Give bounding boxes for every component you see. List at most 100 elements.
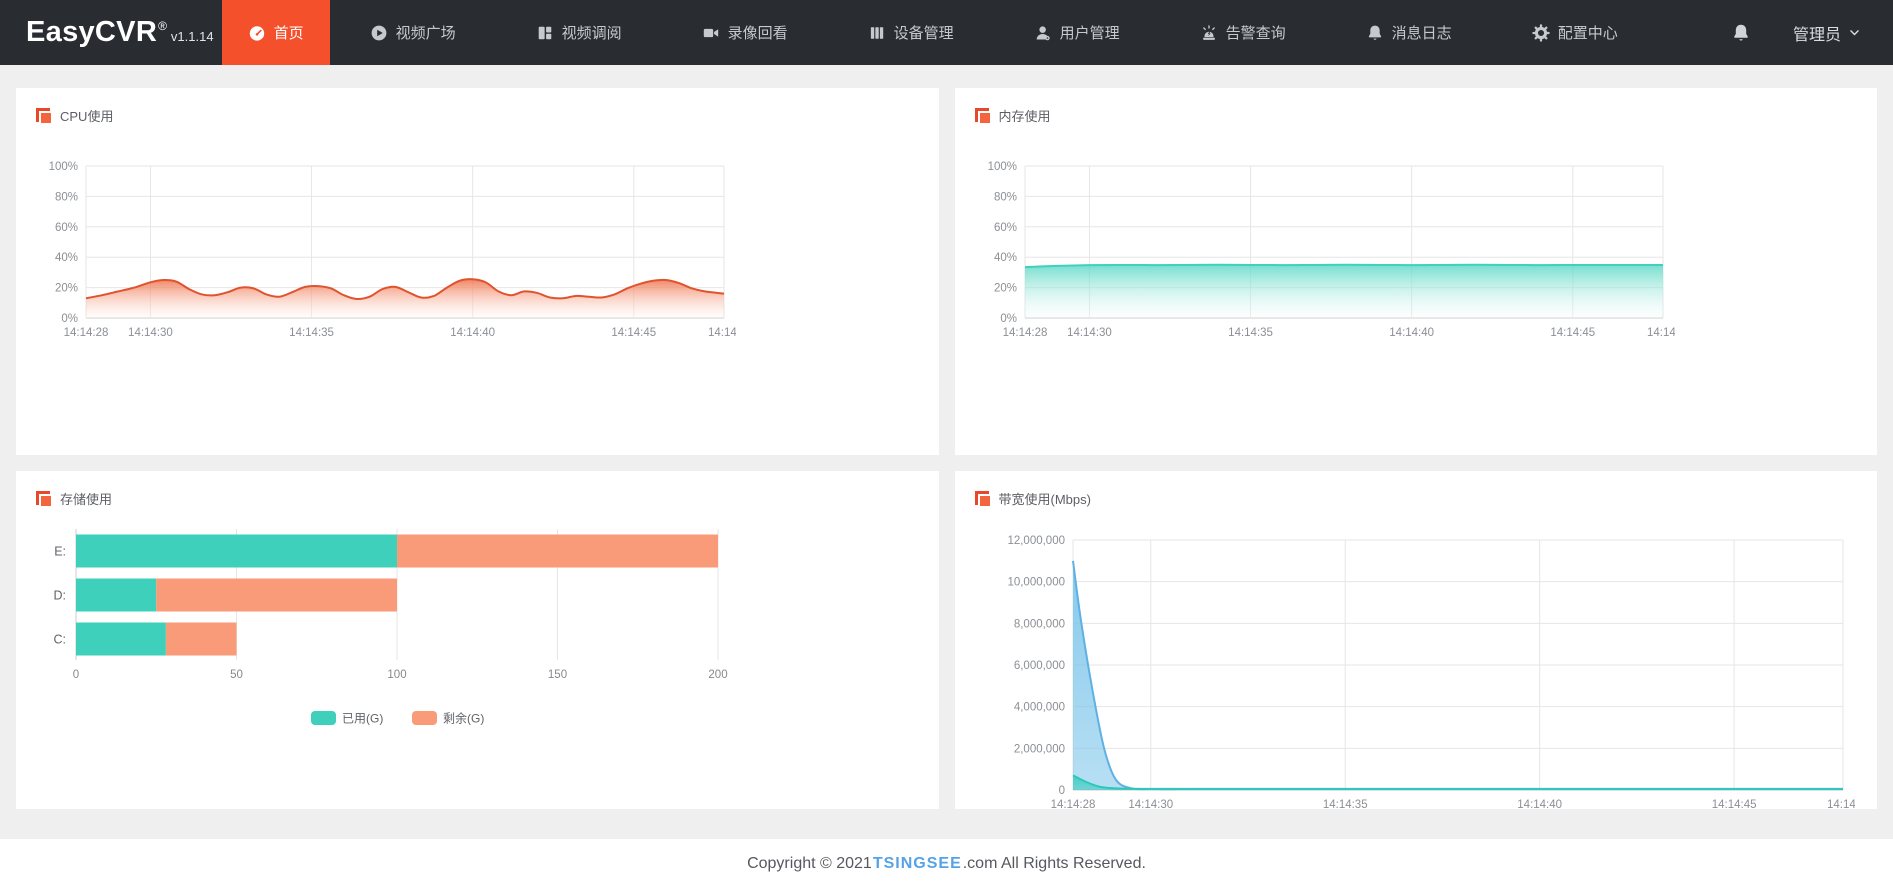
bar-C-已用(G) (76, 622, 166, 656)
panel-corner-icon (974, 107, 990, 123)
svg-text:14:14:45: 14:14:45 (1550, 327, 1595, 339)
legend-item-已用(G)[interactable]: 已用(G) (311, 711, 383, 726)
svg-text:20%: 20% (993, 283, 1016, 295)
svg-text:2,000,000: 2,000,000 (1013, 743, 1064, 755)
nav-item-label: 告警查询 (1225, 25, 1286, 42)
brand-link[interactable]: TSINGSEE (873, 855, 962, 873)
user-menu-label: 管理员 (1792, 26, 1841, 44)
panel-header: 带宽使用(Mbps) (974, 489, 1858, 507)
memory-usage-chart: 0% 20% 40% 60% 80% 100% 14:14:28 14:14:30 14:14:… (975, 154, 1858, 354)
bandwidth-download-line (1071, 560, 1843, 791)
nav-item-config[interactable]: 配置中心 (1506, 0, 1644, 65)
nav-item-devices[interactable]: 设备管理 (842, 0, 980, 65)
storage-usage-chart: 0 50 100 150 200 E: D: C: 已用(G) 剩余(G) (36, 521, 919, 733)
svg-text:14:14:35: 14:14:35 (289, 327, 334, 339)
copyright-footer: Copyright © 2021 TSINGSEE .com All Right… (0, 839, 1893, 888)
bandwidth-upload-line (1072, 774, 1843, 790)
svg-text:14:14:35: 14:14:35 (1228, 327, 1273, 339)
panel-header: 内存使用 (974, 106, 1858, 124)
chevron-down-icon (1848, 26, 1861, 39)
svg-text:14:14:40: 14:14:40 (450, 327, 495, 339)
svg-text:200: 200 (708, 669, 727, 681)
dashboard-icon (248, 24, 266, 42)
copyright-prefix: Copyright © 2021 (747, 854, 872, 872)
bar-D-剩余(G) (156, 578, 397, 612)
svg-text:4,000,000: 4,000,000 (1013, 702, 1064, 714)
svg-text:0: 0 (1058, 785, 1064, 797)
app-name: EasyCVR (26, 16, 158, 48)
bar-C-剩余(G) (165, 622, 237, 656)
svg-text:60%: 60% (55, 222, 78, 234)
top-navbar: EasyCVR ® v1.1.14 首页 视频广场 视频调阅 录像回看 设备管理 用户管理 告… (0, 0, 1893, 65)
panel-title: 带宽使用(Mbps) (998, 491, 1091, 507)
svg-text:14:14:28: 14:14:28 (1002, 327, 1047, 339)
nav-item-home[interactable]: 首页 (221, 0, 330, 65)
bandwidth-upload-area (1072, 775, 1843, 790)
bar-E-剩余(G) (397, 534, 718, 568)
video-camera-icon (702, 24, 720, 42)
play-circle-icon (370, 24, 388, 42)
svg-text:14:14:35: 14:14:35 (1322, 799, 1367, 809)
nav-item-label: 消息日志 (1391, 25, 1452, 42)
layout-grid-icon (536, 24, 554, 42)
svg-text:12,000,000: 12,000,000 (1007, 535, 1065, 547)
panel-title: 存储使用 (60, 491, 113, 507)
dashboard-grid: CPU使用 0% 20% 40% 60% 80% 100% 14:14:28 14:14:30… (16, 88, 1877, 809)
bell-icon (1366, 24, 1384, 42)
svg-text:14:14:28: 14:14:28 (64, 327, 109, 339)
nav-item-video-square[interactable]: 视频广场 (344, 0, 482, 65)
svg-text:0%: 0% (1000, 313, 1017, 325)
bandwidth-usage-panel: 带宽使用(Mbps) 0 2,000,000 4,000,000 6,000,000 8… (954, 471, 1877, 809)
user-menu[interactable]: 管理员 (1793, 21, 1861, 45)
nav-item-label: 设备管理 (893, 25, 954, 42)
svg-text:100%: 100% (49, 161, 78, 173)
user-icon (1034, 24, 1052, 42)
svg-text:80%: 80% (993, 191, 1016, 203)
svg-text:6,000,000: 6,000,000 (1013, 660, 1064, 672)
nav-item-label: 视频广场 (395, 25, 456, 42)
svg-text:80%: 80% (55, 191, 78, 203)
registered-mark: ® (158, 19, 167, 33)
svg-text:10,000,000: 10,000,000 (1007, 577, 1065, 589)
panel-title: CPU使用 (60, 108, 114, 124)
svg-text:14:14:30: 14:14:30 (1067, 327, 1112, 339)
svg-text:14:14:45: 14:14:45 (1711, 799, 1756, 809)
svg-text:E:: E: (54, 545, 66, 559)
bar-D-已用(G) (76, 578, 157, 612)
bar-E-已用(G) (76, 534, 397, 568)
notification-bell-icon[interactable] (1731, 23, 1751, 43)
panel-corner-icon (36, 107, 51, 123)
nav-item-users[interactable]: 用户管理 (1008, 0, 1146, 65)
storage-usage-panel: 存储使用 0 50 100 150 200 E: D: C: 已用(G) 剩余(G) (16, 471, 939, 809)
bandwidth-usage-chart: 0 2,000,000 4,000,000 6,000,000 8,000,000 10,… (975, 530, 1858, 809)
nav-item-label: 配置中心 (1557, 25, 1618, 42)
bandwidth-download-area (1072, 560, 1843, 790)
legend-item-剩余(G)[interactable]: 剩余(G) (412, 711, 484, 726)
nav-item-label: 首页 (273, 25, 304, 42)
cpu-usage-chart: 0% 20% 40% 60% 80% 100% 14:14:28 14:14:30 14:14:… (36, 154, 919, 354)
svg-text:14:14:45: 14:14:45 (611, 327, 656, 339)
nav-item-playback[interactable]: 录像回看 (676, 0, 814, 65)
cpu-usage-panel: CPU使用 0% 20% 40% 60% 80% 100% 14:14:28 14:14:30… (16, 88, 939, 455)
app-logo: EasyCVR ® v1.1.14 (0, 16, 222, 49)
nav-item-alarms[interactable]: 告警查询 (1174, 0, 1312, 65)
svg-text:14:14:40: 14:14:40 (1517, 799, 1562, 809)
panel-title: 内存使用 (998, 108, 1051, 124)
svg-text:40%: 40% (993, 252, 1016, 264)
gear-icon (1531, 23, 1550, 42)
svg-text:已用(G): 已用(G) (342, 712, 383, 726)
copyright-suffix: .com All Rights Reserved. (962, 854, 1146, 872)
svg-text:D:: D: (54, 589, 67, 603)
svg-text:14:14:40: 14:14:40 (1389, 327, 1434, 339)
svg-text:14:14:: 14:14: (1827, 799, 1855, 809)
main-menu: 首页 视频广场 视频调阅 录像回看 设备管理 用户管理 告警查询 消息日志 配置中心 (221, 0, 1658, 65)
svg-text:150: 150 (548, 669, 567, 681)
nav-item-messages[interactable]: 消息日志 (1340, 0, 1478, 65)
svg-text:0%: 0% (61, 313, 78, 325)
svg-text:C:: C: (54, 633, 67, 647)
navbar-right: 管理员 (1731, 0, 1893, 65)
nav-item-video-review[interactable]: 视频调阅 (510, 0, 648, 65)
device-rack-icon (868, 24, 886, 42)
svg-text:20%: 20% (55, 283, 78, 295)
svg-text:14:14:: 14:14: (1647, 327, 1675, 339)
